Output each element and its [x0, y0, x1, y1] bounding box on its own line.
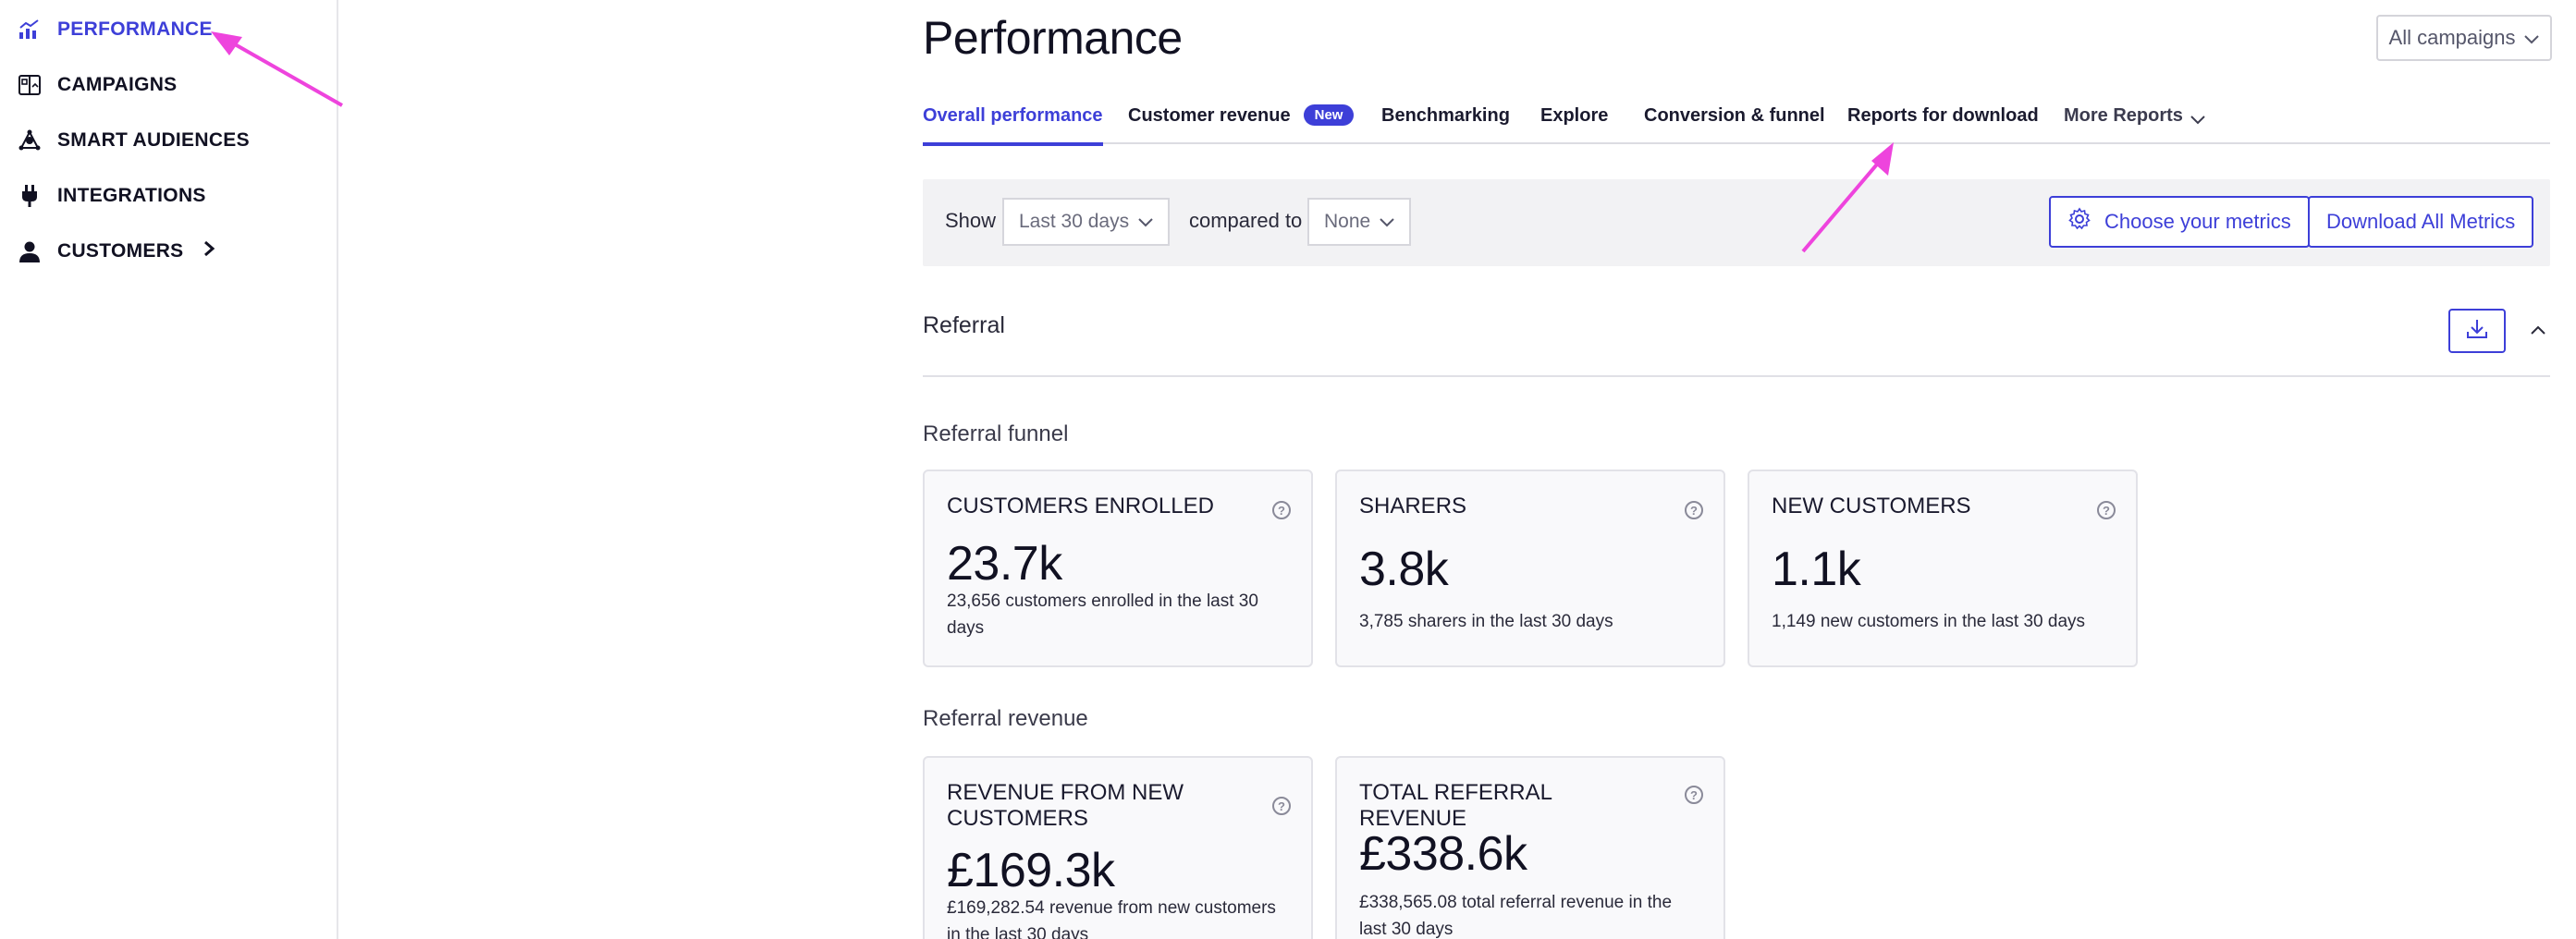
chevron-down-icon: [2190, 109, 2205, 130]
tab-label: Reports for download: [1847, 105, 2039, 126]
help-icon[interactable]: ?: [2097, 501, 2116, 519]
tab-benchmarking[interactable]: Benchmarking: [1381, 105, 1510, 144]
period-select[interactable]: Last 30 days: [1002, 198, 1171, 246]
tab-reports-for-download[interactable]: Reports for download: [1847, 105, 2039, 144]
tab-label: More Reports: [2064, 105, 2183, 126]
audience-icon: [17, 128, 43, 153]
card-title: SHARERS: [1359, 494, 1467, 518]
section-divider: [923, 375, 2550, 377]
chevron-right-icon: [202, 240, 215, 262]
card-title: CUSTOMERS ENROLLED: [947, 494, 1214, 518]
page-title: Performance: [923, 12, 1183, 64]
card-description: 23,656 customers enrolled in the last 30…: [947, 591, 1258, 638]
download-all-metrics-button[interactable]: Download All Metrics: [2308, 196, 2534, 248]
card-value: 1.1k: [1772, 543, 1861, 596]
tab-label: Conversion & funnel: [1644, 105, 1825, 126]
compare-select[interactable]: None: [1307, 198, 1412, 246]
tab-bar: Overall performance Customer revenue New…: [923, 100, 2550, 146]
chevron-up-icon: [2530, 323, 2546, 340]
metric-card-total-referral-revenue: TOTAL REFERRAL REVENUE ? £338.6k £338,56…: [1335, 756, 1725, 939]
main-content: Performance All campaigns Overall perfor…: [923, 0, 2552, 939]
card-description: £169,282.54 revenue from new customers i…: [947, 898, 1276, 939]
sidebar-item-label: PERFORMANCE: [57, 18, 213, 40]
tab-customer-revenue[interactable]: Customer revenue New: [1128, 104, 1355, 144]
card-description: 3,785 sharers in the last 30 days: [1359, 612, 1613, 631]
metric-card-revenue-new-customers: REVENUE FROM NEW CUSTOMERS ? £169.3k £16…: [923, 756, 1313, 939]
sidebar-item-label: INTEGRATIONS: [57, 185, 206, 206]
tab-label: Overall performance: [923, 105, 1103, 126]
tab-label: Customer revenue: [1128, 105, 1291, 126]
button-label: Download All Metrics: [2326, 210, 2516, 233]
sidebar-item-integrations[interactable]: INTEGRATIONS: [17, 183, 206, 209]
chevron-down-icon: [2524, 26, 2540, 50]
period-value: Last 30 days: [1019, 211, 1130, 232]
download-icon: [2466, 318, 2488, 345]
sidebar-item-campaigns[interactable]: CAMPAIGNS: [17, 72, 177, 98]
card-title: TOTAL REFERRAL REVENUE: [1359, 780, 1552, 831]
new-badge: New: [1303, 104, 1355, 126]
sidebar-item-smart-audiences[interactable]: SMART AUDIENCES: [17, 128, 250, 153]
metric-card-new-customers: NEW CUSTOMERS ? 1.1k 1,149 new customers…: [1748, 470, 2138, 667]
compare-value: None: [1324, 211, 1371, 232]
help-icon[interactable]: ?: [1272, 797, 1291, 815]
campaign-filter-select[interactable]: All campaigns: [2376, 15, 2552, 61]
compared-to-label: compared to: [1189, 209, 1303, 232]
help-icon[interactable]: ?: [1685, 786, 1703, 804]
gear-icon: [2067, 207, 2091, 237]
filter-bar: Show Last 30 days compared to None Choos…: [923, 179, 2550, 266]
card-title: REVENUE FROM NEW CUSTOMERS: [947, 780, 1184, 831]
help-icon[interactable]: ?: [1685, 501, 1703, 519]
sidebar-item-label: SMART AUDIENCES: [57, 129, 250, 151]
tab-conversion-funnel[interactable]: Conversion & funnel: [1644, 105, 1825, 144]
sidebar-item-label: CAMPAIGNS: [57, 74, 178, 95]
card-value: 3.8k: [1359, 543, 1449, 596]
card-title: NEW CUSTOMERS: [1772, 494, 1971, 518]
help-icon[interactable]: ?: [1272, 501, 1291, 519]
campaign-filter-value: All campaigns: [2388, 26, 2516, 49]
metric-card-sharers: SHARERS ? 3.8k 3,785 sharers in the last…: [1335, 470, 1725, 667]
tab-explore[interactable]: Explore: [1540, 105, 1608, 144]
sidebar: PERFORMANCE CAMPAIGNS SMART AUDIENCES IN…: [0, 0, 338, 939]
collapse-section-toggle[interactable]: [2526, 320, 2550, 344]
bar-chart-icon: [17, 17, 43, 43]
sidebar-item-customers[interactable]: CUSTOMERS: [17, 238, 215, 264]
plug-icon: [17, 183, 43, 209]
show-label: Show: [945, 209, 997, 232]
chevron-down-icon: [1380, 211, 1394, 233]
campaign-icon: [17, 72, 43, 98]
chevron-down-icon: [1138, 211, 1153, 233]
metric-card-customers-enrolled: CUSTOMERS ENROLLED ? 23.7k 23,656 custom…: [923, 470, 1313, 667]
card-description: £338,565.08 total referral revenue in th…: [1359, 893, 1673, 939]
sidebar-item-performance[interactable]: PERFORMANCE: [17, 17, 213, 43]
referral-funnel-title: Referral funnel: [923, 421, 1069, 446]
card-value: £338.6k: [1359, 827, 1527, 881]
tab-label: Benchmarking: [1381, 105, 1510, 126]
referral-revenue-title: Referral revenue: [923, 706, 1088, 731]
card-description: 1,149 new customers in the last 30 days: [1772, 612, 2086, 631]
card-value: 23.7k: [947, 537, 1062, 591]
section-title-referral: Referral: [923, 312, 1005, 338]
sidebar-item-label: CUSTOMERS: [57, 240, 184, 262]
tab-more-reports[interactable]: More Reports: [2064, 105, 2205, 144]
choose-metrics-button[interactable]: Choose your metrics: [2049, 196, 2310, 248]
person-icon: [17, 238, 43, 264]
tab-label: Explore: [1540, 105, 1609, 126]
button-label: Choose your metrics: [2104, 210, 2291, 233]
card-value: £169.3k: [947, 844, 1115, 897]
download-section-button[interactable]: [2448, 309, 2506, 353]
tab-overall-performance[interactable]: Overall performance: [923, 105, 1103, 146]
